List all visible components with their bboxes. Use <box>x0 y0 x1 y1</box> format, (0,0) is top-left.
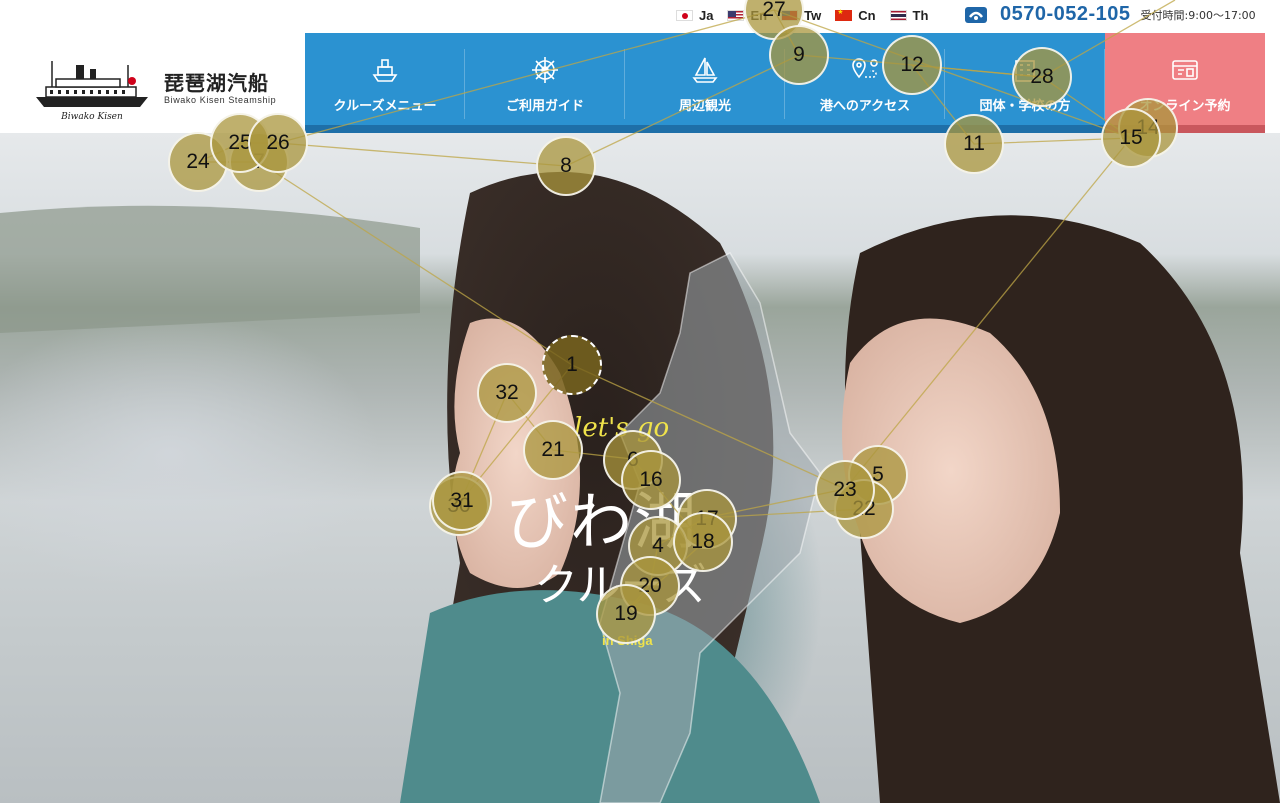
building-icon <box>1015 60 1035 82</box>
language-en[interactable]: En <box>727 8 767 23</box>
nav-port-access[interactable]: 港へのアクセス <box>785 33 945 133</box>
language-switcher: Ja En Tw Cn Th <box>676 8 942 23</box>
language-tw[interactable]: Tw <box>781 8 821 23</box>
language-th[interactable]: Th <box>889 8 929 23</box>
nav-label: クルーズメニュー <box>333 99 437 114</box>
business-hours: 受付時間:9:00〜17:00 <box>1140 8 1256 22</box>
main-navigation: クルーズメニュー ご利用ガイド 周辺観光 港へのアクセス 団体・学校の方 オンラ… <box>305 33 1265 133</box>
nav-groups-schools[interactable]: 団体・学校の方 <box>945 33 1105 133</box>
china-flag-icon <box>835 8 853 21</box>
online-reservation-icon <box>1172 60 1198 80</box>
language-label: Ja <box>699 8 714 23</box>
language-label: Tw <box>804 8 822 23</box>
nav-label: 周辺観光 <box>678 99 731 114</box>
navi-dial-icon <box>965 6 987 23</box>
language-label: En <box>750 8 768 23</box>
nav-usage-guide[interactable]: ご利用ガイド <box>465 33 625 133</box>
reserve-underline <box>1105 125 1265 133</box>
hero-title-line2: クルーズ <box>534 560 707 611</box>
nav-label: ご利用ガイド <box>505 99 584 114</box>
hero-tagline: let's go <box>574 413 670 443</box>
logo-script: Biwako Kisen <box>60 112 123 121</box>
helm-icon <box>532 57 558 83</box>
ship-icon <box>372 59 398 82</box>
taiwan-flag-icon <box>781 10 799 21</box>
nav-online-reservation[interactable]: オンライン予約 <box>1105 33 1265 133</box>
nav-label: オンライン予約 <box>1139 99 1231 114</box>
hero-title-line1: びわ湖 <box>506 485 699 558</box>
nav-sightseeing[interactable]: 周辺観光 <box>625 33 785 133</box>
japan-flag-icon <box>676 10 693 21</box>
thailand-flag-icon <box>889 10 907 21</box>
map-pin-icon <box>852 58 878 79</box>
usa-flag-icon <box>727 10 745 21</box>
nav-cruise-menu[interactable]: クルーズメニュー <box>305 33 465 133</box>
site-header: Biwako Kisen 琵琶湖汽船 Biwako Kisen Steamshi… <box>0 33 1280 133</box>
logo-subtitle: Biwako Kisen Steamship <box>164 95 277 105</box>
language-label: Cn <box>858 8 876 23</box>
language-cn[interactable]: Cn <box>835 8 876 23</box>
hero-caption: in Shiga <box>602 633 653 648</box>
language-label: Th <box>912 8 929 23</box>
hero-image <box>0 171 1280 803</box>
logo[interactable]: Biwako Kisen 琵琶湖汽船 Biwako Kisen Steamshi… <box>0 33 305 133</box>
steamship-logo-icon: Biwako Kisen <box>36 61 148 121</box>
top-utility-bar: Ja En Tw Cn Th 0570-052-105 受付時間:9:00〜17… <box>0 0 1280 33</box>
hero-banner: let's go びわ湖 クルーズ in Shiga <box>0 133 1280 803</box>
nav-label: 団体・学校の方 <box>979 99 1071 114</box>
nav-label: 港へのアクセス <box>819 99 911 114</box>
phone-contact[interactable]: 0570-052-105 受付時間:9:00〜17:00 <box>964 3 1256 26</box>
logo-title: 琵琶湖汽船 <box>164 71 269 95</box>
phone-number[interactable]: 0570-052-105 <box>1000 3 1131 26</box>
language-ja[interactable]: Ja <box>676 8 713 23</box>
sailboat-icon <box>692 57 718 83</box>
